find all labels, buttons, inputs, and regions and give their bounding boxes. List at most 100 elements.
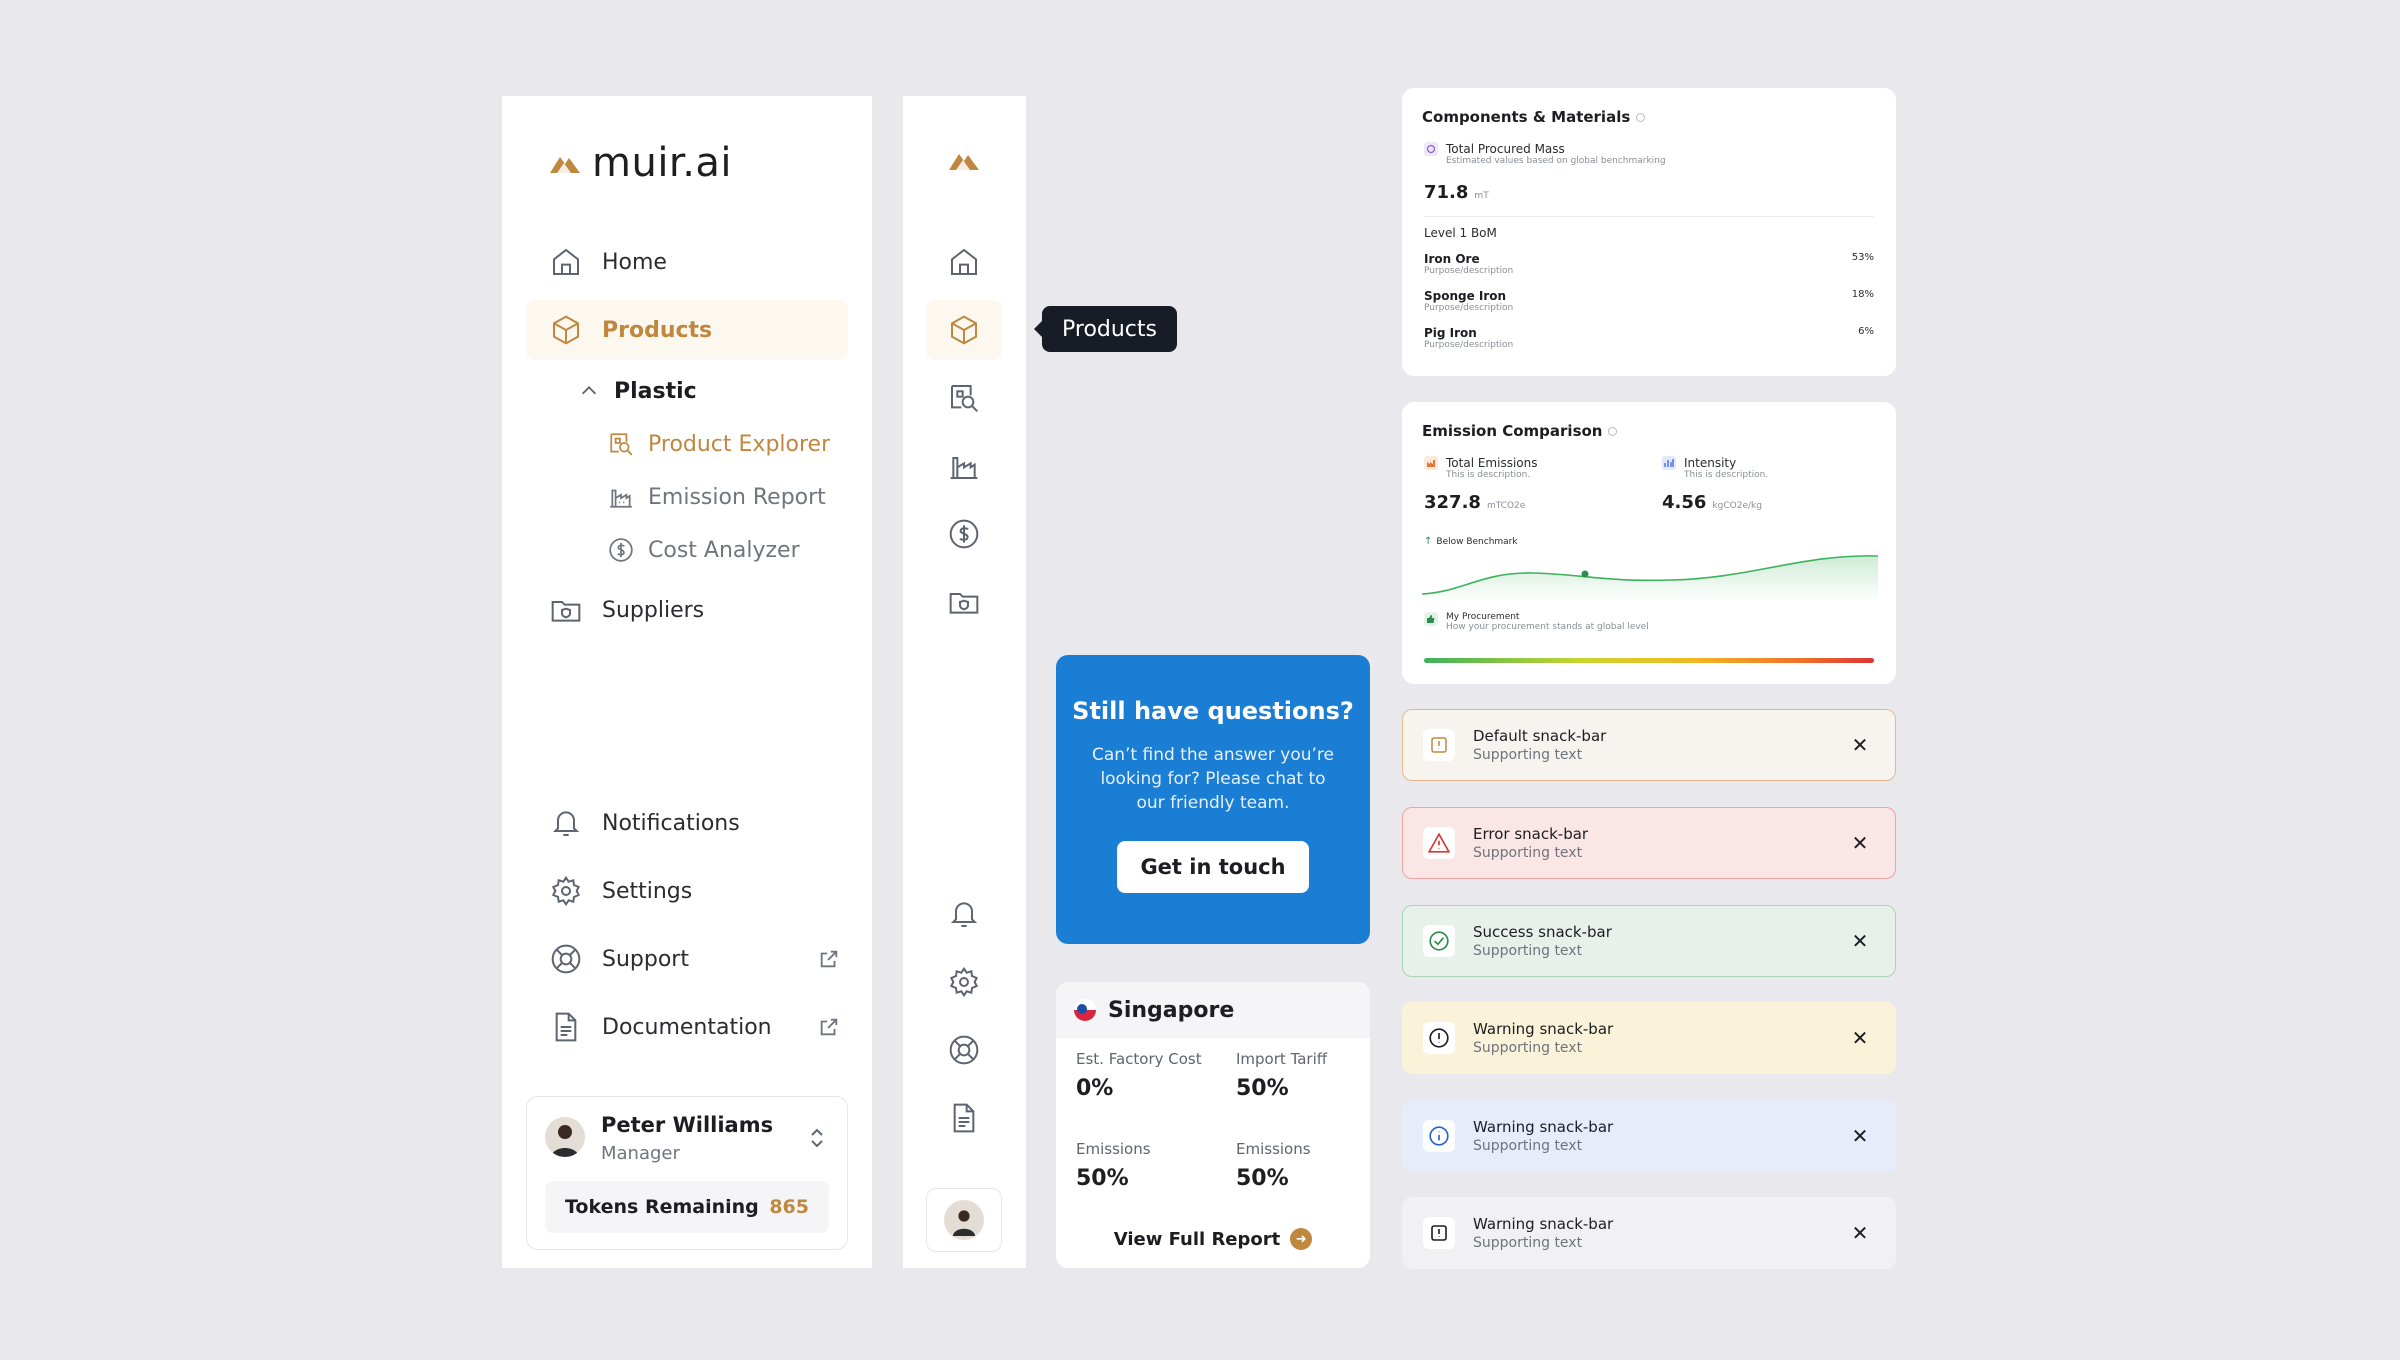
success-snackbar: Success snack-bar Supporting text ✕: [1402, 905, 1896, 977]
sidebar-subitem-emission-report[interactable]: Emission Report: [608, 471, 826, 523]
benchmark-sparkline: [1422, 555, 1878, 602]
snackbar-text: Warning snack-bar Supporting text: [1473, 1215, 1613, 1251]
my-procurement: My Procurement How your procurement stan…: [1424, 612, 1649, 632]
sidebar-subitem-cost-analyzer[interactable]: Cost Analyzer: [608, 524, 800, 576]
components-title: Components & Materials: [1422, 108, 1646, 126]
view-full-report-label: View Full Report: [1113, 1228, 1281, 1250]
procurement-label: My Procurement: [1446, 612, 1520, 622]
sidebar-item-suppliers[interactable]: Suppliers: [534, 580, 848, 640]
brand-logo[interactable]: muir.ai: [548, 140, 732, 186]
rail-avatar[interactable]: [926, 1188, 1002, 1252]
snackbar-title: Error snack-bar: [1473, 825, 1589, 843]
bar-chart-icon: [1662, 456, 1676, 470]
user-role: Manager: [601, 1143, 680, 1164]
info-icon[interactable]: [1636, 112, 1646, 122]
bom-row[interactable]: Iron Ore Purpose/description 53%: [1424, 252, 1874, 276]
gear-icon: [949, 966, 979, 998]
country-name: Singapore: [1108, 997, 1235, 1023]
sidebar-group-plastic[interactable]: Plastic: [578, 365, 697, 417]
sidebar-subitem-label: Emission Report: [648, 484, 826, 510]
bom-name: Sponge Iron: [1424, 289, 1507, 303]
warning-triangle-icon: [1423, 827, 1455, 859]
external-link-icon[interactable]: [818, 1016, 840, 1038]
sidebar-item-label: Support: [602, 946, 689, 972]
rail-suppliers[interactable]: [926, 572, 1002, 632]
info-circle-icon: [1423, 1120, 1455, 1152]
rail-emission-report[interactable]: [926, 436, 1002, 496]
warning-snackbar: Warning snack-bar Supporting text ✕: [1402, 1002, 1896, 1074]
get-in-touch-button[interactable]: Get in touch: [1117, 841, 1309, 893]
sidebar-item-home[interactable]: Home: [534, 232, 848, 292]
sidebar-subitem-label: Cost Analyzer: [648, 537, 800, 563]
stat-label: Est. Factory Cost: [1076, 1050, 1202, 1068]
stat-label: Emissions: [1236, 1140, 1311, 1158]
user-name: Peter Williams: [601, 1113, 774, 1137]
user-card[interactable]: Peter Williams Manager Tokens Remaining …: [526, 1096, 848, 1250]
close-icon[interactable]: ✕: [1849, 1026, 1871, 1050]
close-icon[interactable]: ✕: [1849, 733, 1871, 757]
chevron-up-icon: [581, 386, 597, 395]
chevron-up-down-icon[interactable]: [807, 1125, 827, 1151]
bom-pct: 53%: [1851, 252, 1874, 263]
person-icon: [551, 1125, 579, 1157]
sidebar-item-products[interactable]: Products: [526, 300, 848, 360]
stat-value: 50%: [1236, 1076, 1289, 1101]
alert-square-icon: [1423, 1217, 1455, 1249]
products-tooltip: Products: [1034, 306, 1177, 352]
total-emissions-desc: This is description.: [1446, 470, 1531, 480]
country-card: Singapore Est. Factory Cost 0% Import Ta…: [1056, 982, 1370, 1268]
bom-row[interactable]: Sponge Iron Purpose/description 18%: [1424, 289, 1874, 313]
snackbar-text: Default snack-bar Supporting text: [1473, 727, 1606, 763]
snackbar-supporting-text: Supporting text: [1473, 845, 1583, 861]
emission-title: Emission Comparison: [1422, 422, 1618, 440]
rail-home[interactable]: [926, 232, 1002, 292]
thumbs-up-icon: [1424, 612, 1438, 626]
check-circle-icon: [1423, 925, 1455, 957]
rail-cost-analyzer[interactable]: [926, 504, 1002, 564]
external-link-icon[interactable]: [818, 948, 840, 970]
dollar-icon: [949, 519, 979, 549]
stat-emissions: Emissions 50%: [1076, 1140, 1151, 1191]
sidebar-item-documentation[interactable]: Documentation: [534, 997, 848, 1057]
close-icon[interactable]: ✕: [1849, 929, 1871, 953]
folder-shield-icon: [949, 593, 979, 614]
search-doc-icon: [610, 433, 633, 456]
document-icon: [953, 1103, 975, 1133]
rail-support[interactable]: [926, 1020, 1002, 1080]
bom-section-label: Level 1 BoM: [1424, 226, 1497, 240]
snackbar-supporting-text: Supporting text: [1473, 747, 1583, 763]
alert-square-icon: [1423, 729, 1455, 761]
snackbar-text: Warning snack-bar Supporting text: [1473, 1118, 1613, 1154]
close-icon[interactable]: ✕: [1849, 1221, 1871, 1245]
bom-name: Iron Ore: [1424, 252, 1480, 266]
close-icon[interactable]: ✕: [1849, 1124, 1871, 1148]
view-full-report-link[interactable]: View Full Report ➜: [1056, 1228, 1370, 1250]
mass-icon: [1424, 142, 1438, 156]
procurement-desc: How your procurement stands at global le…: [1446, 622, 1649, 632]
snackbar-text: Warning snack-bar Supporting text: [1473, 1020, 1613, 1056]
sidebar-group-label: Plastic: [614, 378, 697, 404]
rail-documentation[interactable]: [926, 1088, 1002, 1148]
rail-settings[interactable]: [926, 952, 1002, 1012]
rail-notifications[interactable]: [926, 884, 1002, 944]
sidebar-item-label: Notifications: [602, 810, 740, 836]
components-title-text: Components & Materials: [1422, 108, 1631, 126]
rail-logo[interactable]: [926, 130, 1002, 190]
total-emissions-value-group: 327.8 mTCO2e: [1424, 492, 1525, 513]
info-icon[interactable]: [1608, 426, 1618, 436]
stat-import-tariff: Import Tariff 50%: [1236, 1050, 1327, 1101]
total-emissions-label: Total Emissions: [1446, 456, 1538, 470]
rail-products[interactable]: [926, 300, 1002, 360]
sidebar-item-support[interactable]: Support: [534, 929, 848, 989]
benchmark-gradient-bar: [1424, 658, 1874, 663]
sidebar-item-notifications[interactable]: Notifications: [534, 793, 848, 853]
bom-pct: 18%: [1851, 289, 1874, 300]
close-icon[interactable]: ✕: [1849, 831, 1871, 855]
bom-row[interactable]: Pig Iron Purpose/description 6%: [1424, 326, 1874, 350]
snackbar-supporting-text: Supporting text: [1473, 1235, 1583, 1251]
dollar-icon: [609, 538, 633, 562]
rail-product-explorer[interactable]: [926, 368, 1002, 428]
sidebar-subitem-product-explorer[interactable]: Product Explorer: [608, 418, 830, 470]
bom-name: Pig Iron: [1424, 326, 1477, 340]
sidebar-item-settings[interactable]: Settings: [534, 861, 848, 921]
